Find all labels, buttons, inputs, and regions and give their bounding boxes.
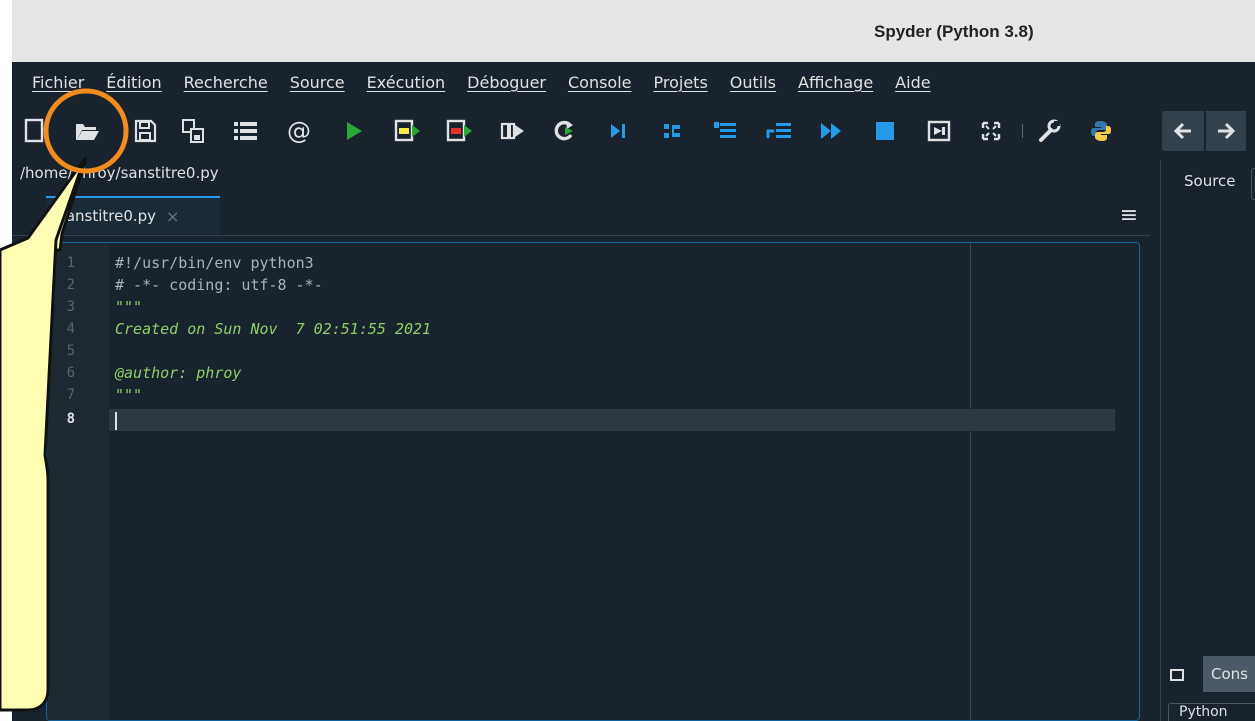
line-number: 5 <box>66 343 75 359</box>
menu-console[interactable]: Console <box>568 73 632 92</box>
spyder-window: Spyder (Python 3.8) Fichier Édition Rech… <box>12 0 1255 721</box>
line-number-gutter: 1 2 3 4 5 6 7 8 <box>47 243 109 720</box>
save-all-icon[interactable] <box>176 114 210 148</box>
list-icon[interactable] <box>228 114 262 148</box>
console-pane-icon <box>1170 669 1184 681</box>
continue-icon[interactable] <box>814 114 848 148</box>
run-cell-icon[interactable] <box>390 114 424 148</box>
fullscreen-icon[interactable] <box>974 114 1008 148</box>
title-bar: Spyder (Python 3.8) <box>12 0 1255 63</box>
code-line: # -*- coding: utf-8 -*- <box>115 276 323 294</box>
toolbar-separator <box>1022 124 1023 138</box>
debug-icon[interactable] <box>602 114 636 148</box>
code-line: #!/usr/bin/env python3 <box>115 254 314 272</box>
line-number: 1 <box>66 255 75 271</box>
step-icon[interactable] <box>656 114 690 148</box>
line-number: 4 <box>66 321 75 337</box>
code-line: """ <box>115 298 143 316</box>
run-cell-advance-icon[interactable] <box>442 114 476 148</box>
rerun-icon[interactable] <box>548 114 582 148</box>
new-file-icon[interactable] <box>18 114 52 148</box>
edge-line <box>970 243 971 720</box>
line-number: 7 <box>66 387 75 403</box>
console-subtab[interactable]: Python <box>1168 703 1255 721</box>
back-arrow-icon[interactable] <box>1162 111 1204 151</box>
run-icon[interactable] <box>336 114 370 148</box>
maximize-icon[interactable] <box>922 114 956 148</box>
at-icon[interactable]: @ <box>282 114 316 148</box>
menu-aide[interactable]: Aide <box>895 73 930 92</box>
python-icon[interactable] <box>1084 114 1118 148</box>
source-combobox[interactable] <box>1251 168 1255 200</box>
editor-options-menu-icon[interactable]: ≡ <box>1112 198 1146 232</box>
menu-edition[interactable]: Édition <box>106 73 161 92</box>
step-into-icon[interactable] <box>708 114 742 148</box>
tab-sanstitre0[interactable]: sanstitre0.py × <box>46 196 220 234</box>
menu-source[interactable]: Source <box>290 73 345 92</box>
menu-outils[interactable]: Outils <box>730 73 776 92</box>
code-line: Created on Sun Nov 7 02:51:55 2021 <box>115 320 432 338</box>
line-number: 2 <box>66 277 75 293</box>
line-number: 3 <box>66 299 75 315</box>
current-line-highlight <box>109 409 1115 431</box>
current-line-number: 8 <box>66 411 75 427</box>
tab-console[interactable]: Cons <box>1203 656 1255 692</box>
text-cursor <box>115 412 117 430</box>
file-path: /home/phroy/sanstitre0.py <box>20 164 219 182</box>
menu-bar: Fichier Édition Recherche Source Exécuti… <box>12 62 1255 102</box>
forward-arrow-icon[interactable] <box>1206 111 1246 151</box>
code-editor[interactable]: 1 2 3 4 5 6 7 8 #!/usr/bin/env python3 #… <box>46 242 1140 721</box>
wrench-icon[interactable] <box>1032 114 1066 148</box>
line-number: 6 <box>66 365 75 381</box>
step-return-icon[interactable] <box>762 114 796 148</box>
menu-recherche[interactable]: Recherche <box>184 73 268 92</box>
run-selection-icon[interactable] <box>496 114 530 148</box>
open-folder-icon[interactable] <box>70 114 104 148</box>
menu-projets[interactable]: Projets <box>654 73 708 92</box>
close-icon[interactable]: × <box>166 207 179 226</box>
save-icon[interactable] <box>128 114 162 148</box>
help-pane <box>1160 160 1255 721</box>
menu-affichage[interactable]: Affichage <box>798 73 873 92</box>
menu-deboguer[interactable]: Déboguer <box>467 73 546 92</box>
stop-icon[interactable] <box>868 114 902 148</box>
menu-execution[interactable]: Exécution <box>367 73 446 92</box>
tab-label: sanstitre0.py <box>58 207 157 225</box>
window-title: Spyder (Python 3.8) <box>874 22 1034 41</box>
code-line: @author: phroy <box>115 364 242 382</box>
code-line: """ <box>115 386 143 404</box>
source-label: Source <box>1184 172 1236 190</box>
menu-fichier[interactable]: Fichier <box>32 73 84 92</box>
